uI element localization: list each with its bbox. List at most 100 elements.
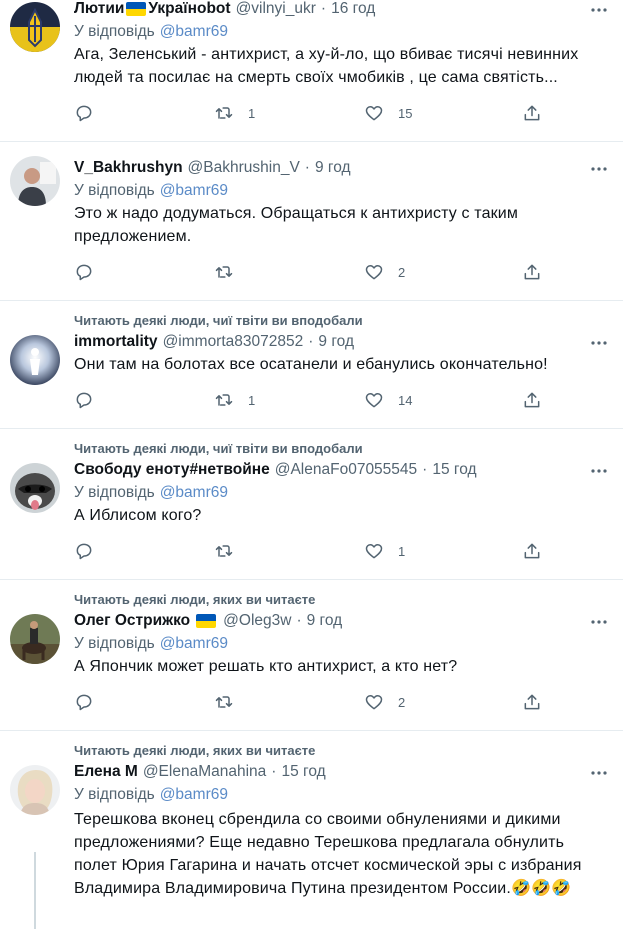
tweet-actions: 1 14 (74, 376, 607, 428)
tweet[interactable]: Читають деякі люди, яких ви читаєте Елен… (0, 731, 623, 900)
like-count: 2 (398, 264, 406, 280)
like-button[interactable]: 15 (364, 102, 412, 124)
more-options-icon[interactable] (589, 461, 609, 481)
heart-icon (365, 544, 383, 559)
share-button[interactable] (522, 540, 542, 562)
like-button[interactable]: 2 (364, 261, 405, 283)
tweet[interactable]: Читають деякі люди, яких ви читаєте Олег… (0, 580, 623, 731)
heart-icon (365, 265, 383, 280)
share-icon (524, 264, 540, 280)
tweet-text-line: Ага, Зеленський - антихрист, а ху-й-ло, … (74, 46, 579, 63)
tweet-text: А Иблисом кого? (74, 504, 607, 527)
timestamp[interactable]: 15 год (432, 461, 476, 479)
social-context: Читають деякі люди, чиї твіти ви вподоба… (74, 309, 607, 331)
tweet-text-line: Владимира Владимировича Путина президент… (74, 880, 572, 897)
retweet-button[interactable] (214, 540, 234, 562)
display-name[interactable]: immortality (74, 333, 158, 351)
display-name[interactable]: V_Bakhrushyn (74, 159, 183, 177)
retweet-button[interactable]: 1 (214, 389, 255, 411)
retweet-button[interactable]: 1 (214, 102, 255, 124)
tweet-text: Они там на болотах все осатанели и ебану… (74, 353, 607, 376)
more-options-icon[interactable] (589, 612, 609, 632)
share-button[interactable] (522, 389, 542, 411)
tweet[interactable]: Читають деякі люди, чиї твіти ви вподоба… (0, 301, 623, 429)
retweet-count: 1 (248, 392, 256, 408)
like-count: 1 (398, 543, 406, 559)
share-icon (524, 105, 540, 121)
retweet-button[interactable] (214, 261, 234, 283)
more-options-icon[interactable] (589, 0, 609, 20)
tweet[interactable]: Лютии Україноbot @vilnyi_ukr · 16 год У … (0, 0, 623, 142)
reply-mention-link[interactable]: @bamr69 (160, 23, 228, 41)
reply-mention-link[interactable]: @bamr69 (160, 484, 228, 502)
avatar[interactable] (10, 2, 60, 52)
tweet[interactable]: Читають деякі люди, чиї твіти ви вподоба… (0, 429, 623, 580)
retweet-icon (215, 696, 233, 708)
tweet-text: А Япончик может решать кто антихрист, а … (74, 655, 607, 678)
avatar[interactable] (10, 335, 60, 385)
reply-button[interactable] (74, 389, 94, 411)
reply-icon (76, 105, 92, 122)
tweet-actions: 1 15 (74, 89, 607, 141)
social-context: Читають деякі люди, яких ви читаєте (74, 739, 607, 761)
more-options-icon[interactable] (589, 333, 609, 353)
reply-mention-link[interactable]: @bamr69 (160, 786, 228, 804)
share-icon (524, 543, 540, 559)
user-handle[interactable]: @ElenaManahina (143, 763, 266, 781)
retweet-icon (215, 266, 233, 278)
user-handle[interactable]: @immorta83072852 (163, 333, 304, 351)
tweet-text-line: А Япончик может решать кто антихрист, а … (74, 658, 458, 675)
reply-button[interactable] (74, 691, 94, 713)
separator-dot: · (296, 612, 302, 629)
timestamp[interactable]: 15 год (281, 763, 325, 781)
display-name[interactable]: Лютии (74, 0, 124, 18)
avatar[interactable] (10, 156, 60, 206)
tweet-actions: 1 (74, 527, 607, 579)
tweet-text-line: Они там на болотах все осатанели и ебану… (74, 356, 548, 373)
reply-button[interactable] (74, 102, 94, 124)
user-handle[interactable]: @AlenaFo07055545 (275, 461, 417, 479)
tweet-text: Терешкова вконец сбрендила со своими обн… (74, 806, 607, 900)
share-button[interactable] (522, 691, 542, 713)
user-handle[interactable]: @vilnyi_ukr (236, 0, 316, 18)
reply-button[interactable] (74, 261, 94, 283)
user-handle[interactable]: @Bakhrushin_V (188, 159, 300, 177)
tweet[interactable]: V_Bakhrushyn @Bakhrushin_V · 9 год У від… (0, 142, 623, 301)
timestamp[interactable]: 9 год (307, 612, 343, 630)
timestamp[interactable]: 9 год (315, 159, 351, 177)
tweet-text-line: предложениями? Еще недавно Терешкова пре… (74, 834, 565, 851)
avatar[interactable] (10, 463, 60, 513)
like-button[interactable]: 2 (364, 691, 405, 713)
share-button[interactable] (522, 261, 542, 283)
reply-context: У відповідь @bamr69 (74, 481, 607, 504)
reply-mention-link[interactable]: @bamr69 (160, 635, 228, 653)
display-name[interactable]: Свободу еноту#нетвойне (74, 461, 270, 479)
tweet-text: Ага, Зеленський - антихрист, а ху-й-ло, … (74, 43, 607, 89)
timestamp[interactable]: 16 год (331, 0, 375, 18)
tweet-text: Это ж надо додуматься. Обращаться к анти… (74, 202, 607, 248)
display-name-suffix[interactable]: Україноbot (148, 0, 230, 18)
tweet-header: V_Bakhrushyn @Bakhrushin_V · 9 год (74, 157, 607, 179)
avatar[interactable] (10, 765, 60, 815)
like-count: 14 (398, 392, 413, 408)
tweet-header: Лютии Україноbot @vilnyi_ukr · 16 год (74, 0, 607, 20)
user-handle[interactable]: @Oleg3w (223, 612, 291, 630)
tweet-text-line: А Иблисом кого? (74, 507, 202, 524)
reply-label: У відповідь (74, 634, 155, 652)
more-options-icon[interactable] (589, 763, 609, 783)
display-name[interactable]: Олег Острижко (74, 612, 190, 630)
timestamp[interactable]: 9 год (318, 333, 354, 351)
avatar[interactable] (10, 614, 60, 664)
like-button[interactable]: 1 (364, 540, 405, 562)
retweet-icon (215, 394, 233, 406)
social-context: Читають деякі люди, яких ви читаєте (74, 588, 607, 610)
more-options-icon[interactable] (589, 159, 609, 179)
reply-mention-link[interactable]: @bamr69 (160, 182, 228, 200)
share-button[interactable] (522, 102, 542, 124)
retweet-button[interactable] (214, 691, 234, 713)
reply-button[interactable] (74, 540, 94, 562)
reply-label: У відповідь (74, 181, 155, 199)
like-button[interactable]: 14 (364, 389, 412, 411)
heart-icon (365, 393, 383, 408)
display-name[interactable]: Елена М (74, 763, 138, 781)
